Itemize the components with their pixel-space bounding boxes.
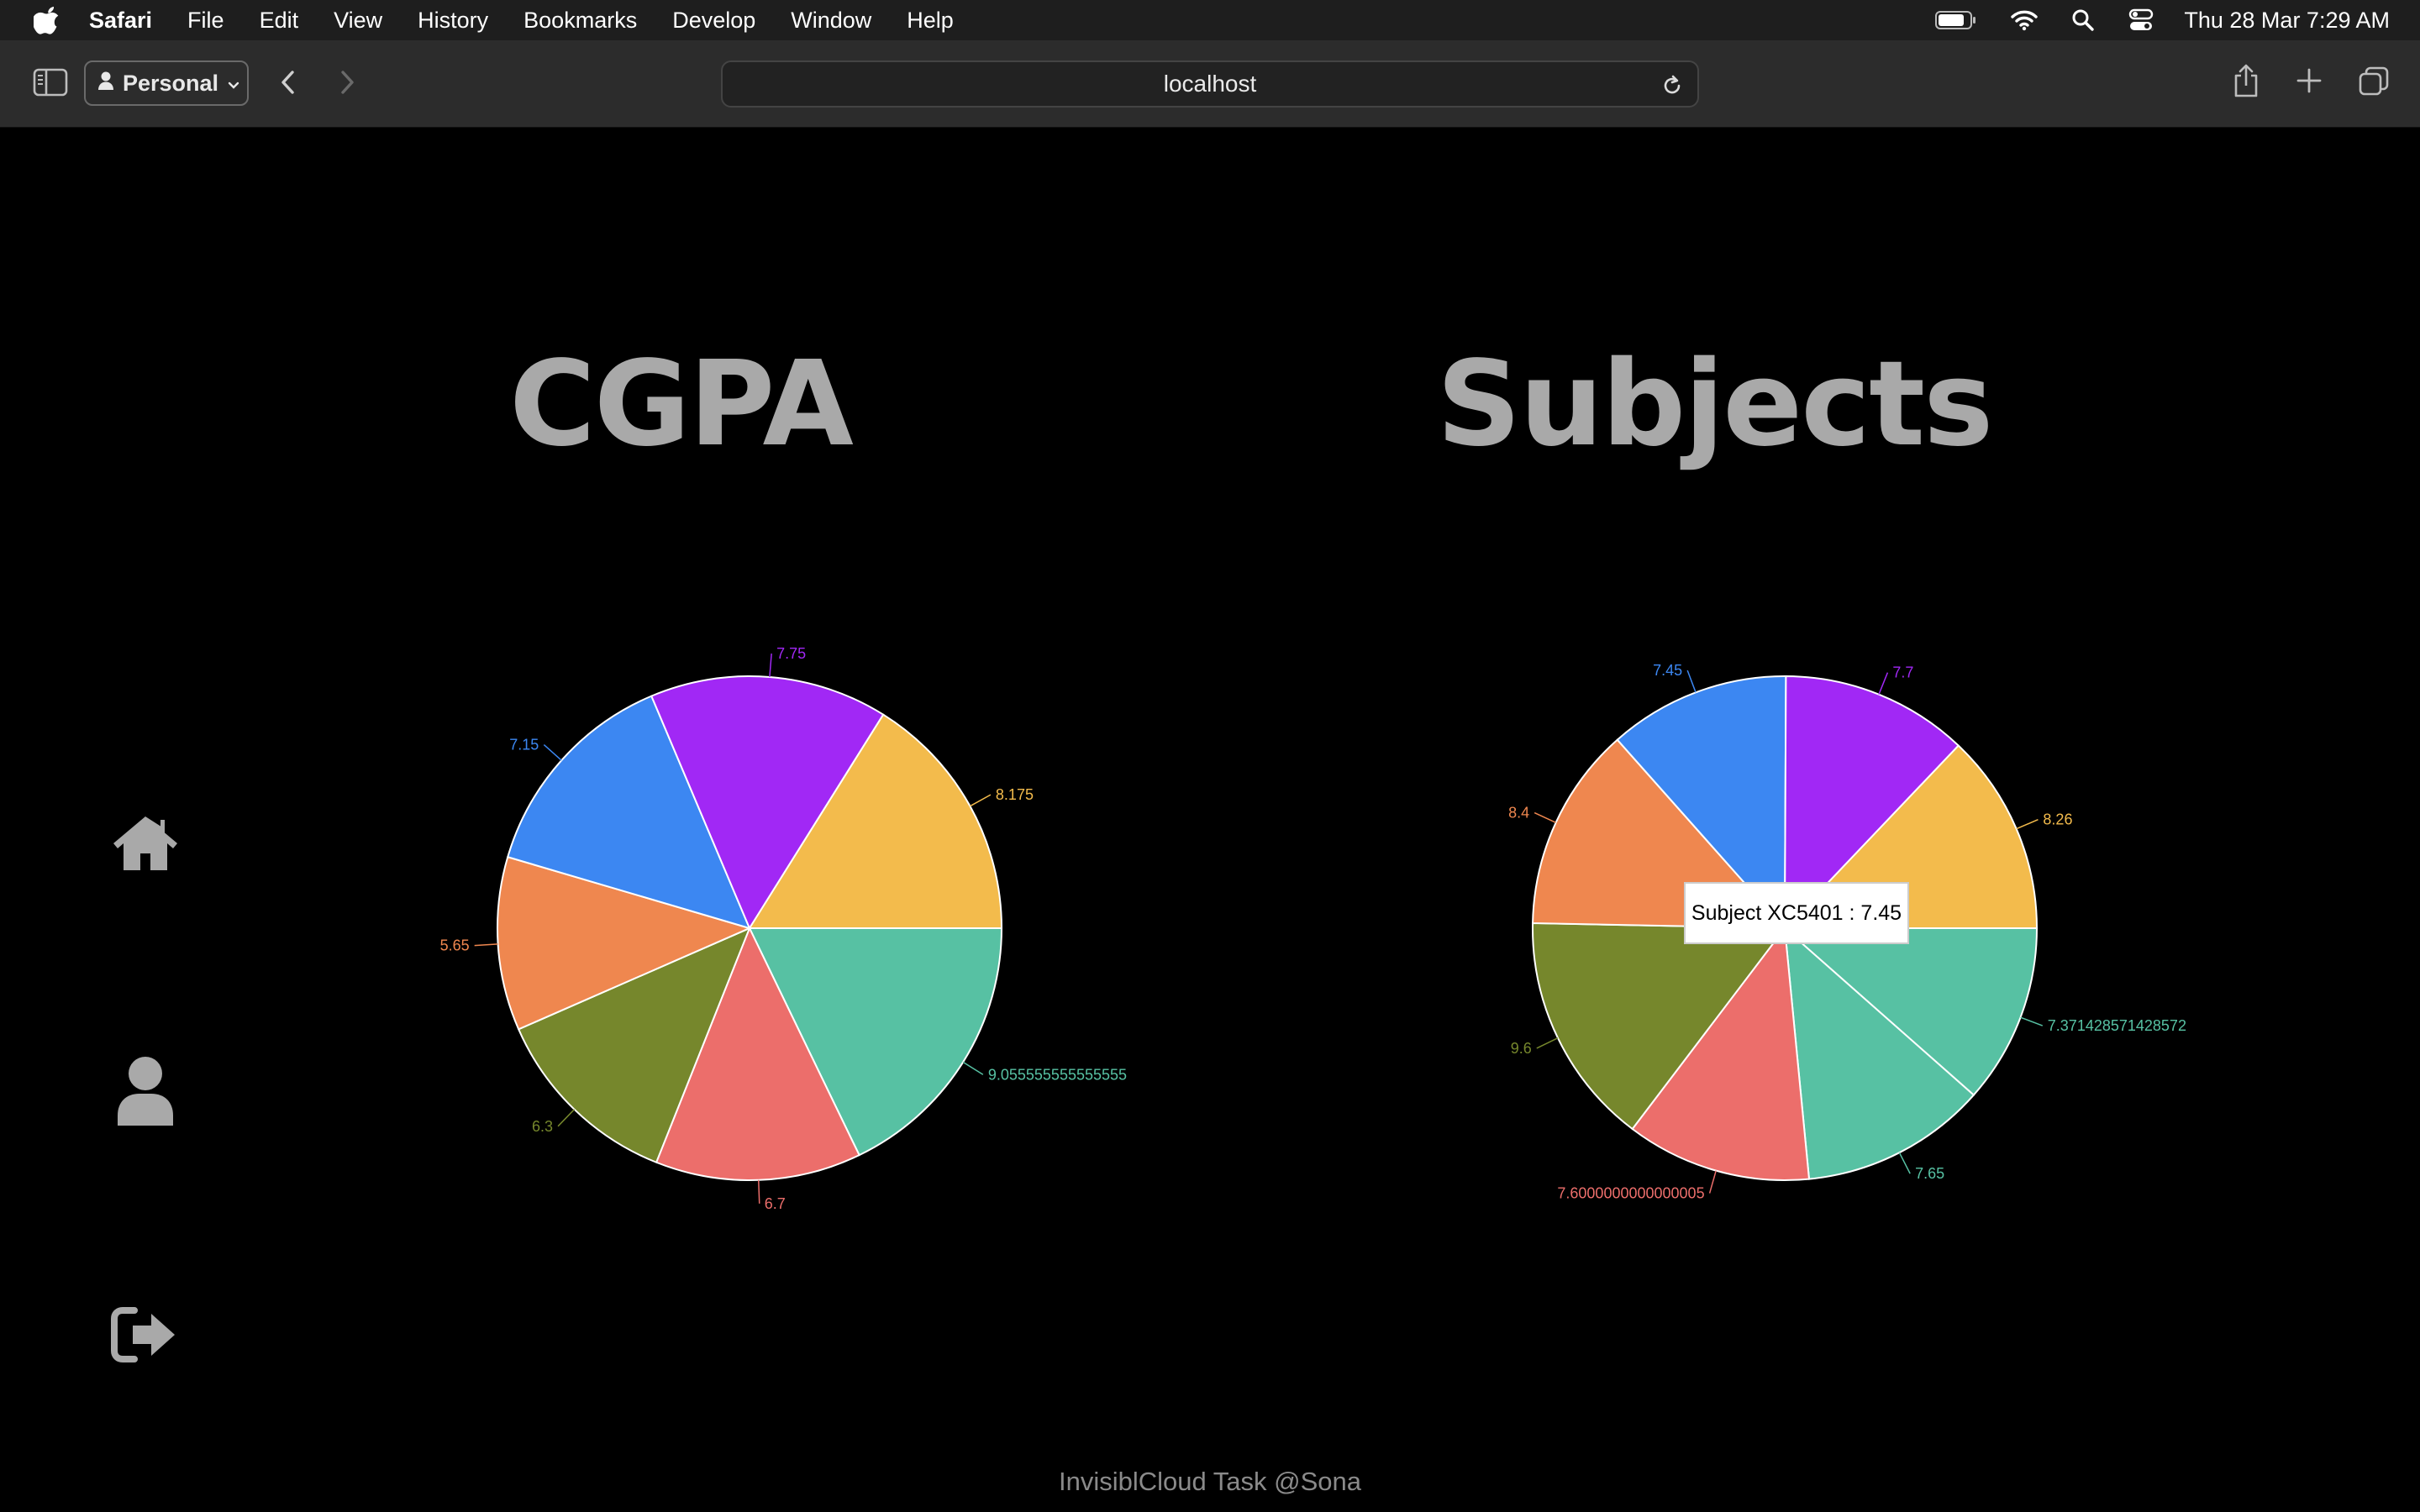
subjects-label-3: 9.6 — [1511, 1040, 1532, 1057]
cgpa-label-line-0 — [962, 1061, 984, 1075]
cgpa-label-line-6 — [970, 794, 992, 807]
cgpa-label-2: 6.3 — [532, 1118, 553, 1135]
subjects-label-line-7 — [2016, 818, 2039, 830]
cgpa-label-line-5 — [769, 653, 772, 678]
cgpa-pie: 9.055555555555555 6.7 6.3 5.65 7.15 7.75 8.175 — [440, 645, 1127, 1212]
subjects-label-1: 7.65 — [1915, 1165, 1944, 1182]
cgpa-label-4: 7.15 — [509, 737, 539, 753]
cgpa-label-line-4 — [543, 743, 562, 761]
subjects-label-2: 7.6000000000000005 — [1557, 1185, 1704, 1202]
footer-credit: InvisiblCloud Task @Sona — [1058, 1467, 1362, 1496]
cgpa-label-3: 5.65 — [440, 937, 470, 954]
subjects-label-line-5 — [1686, 669, 1697, 693]
cgpa-label-1: 6.7 — [765, 1195, 786, 1212]
subjects-label-line-3 — [1536, 1037, 1559, 1049]
subjects-label-line-1 — [1898, 1152, 1911, 1174]
tooltip-text: Subject XC5401 : 7.45 — [1691, 900, 1902, 925]
subjects-label-7: 8.26 — [2043, 811, 2072, 828]
chart-tooltip: Subject XC5401 : 7.45 — [1684, 882, 1909, 944]
subjects-label-line-0 — [2020, 1016, 2044, 1026]
cgpa-label-0: 9.055555555555555 — [988, 1066, 1127, 1083]
subjects-label-0: 7.371428571428572 — [2048, 1017, 2186, 1034]
subjects-label-4: 8.4 — [1508, 805, 1529, 822]
subjects-label-line-2 — [1708, 1170, 1717, 1194]
cgpa-label-line-2 — [557, 1109, 576, 1127]
cgpa-label-6: 8.175 — [996, 786, 1034, 803]
subjects-label-line-4 — [1534, 811, 1556, 823]
subjects-label-5: 7.45 — [1653, 662, 1682, 679]
cgpa-label-line-1 — [757, 1179, 760, 1204]
subjects-label-6: 7.7 — [1892, 664, 1913, 681]
subjects-label-line-6 — [1878, 672, 1889, 695]
cgpa-label-5: 7.75 — [776, 645, 806, 662]
pie-charts: 9.055555555555555 6.7 6.3 5.65 7.15 7.75 8.175… — [440, 645, 2186, 1212]
cgpa-label-line-3 — [474, 943, 498, 947]
